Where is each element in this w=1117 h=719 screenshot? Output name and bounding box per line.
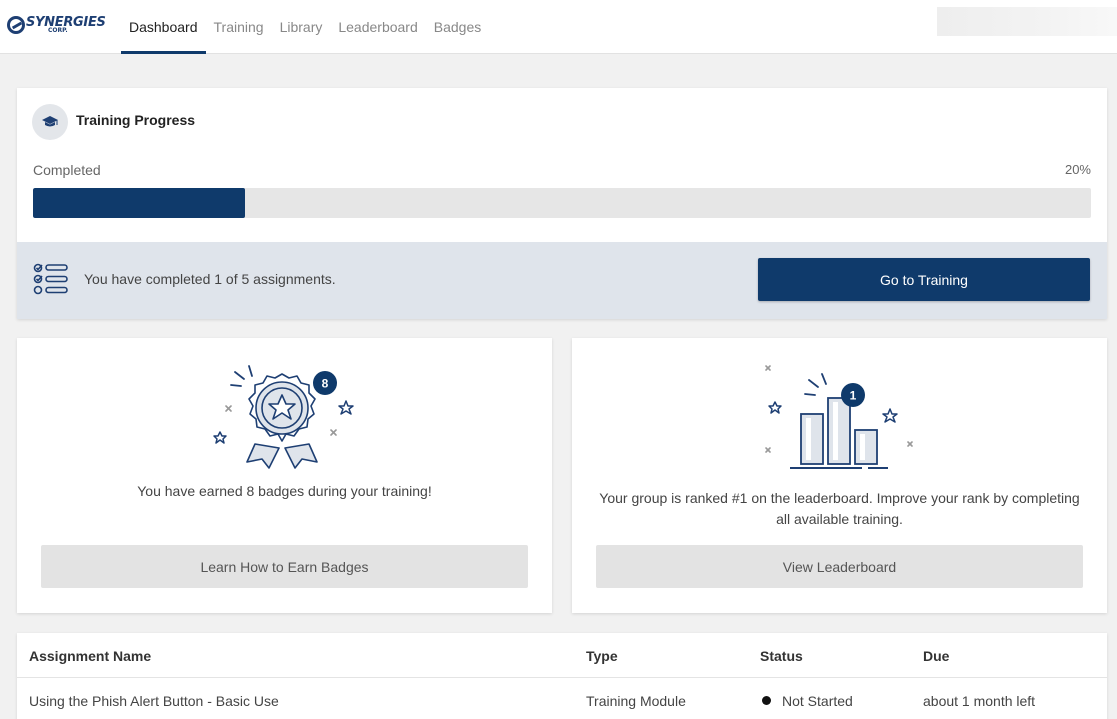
progress-footer: You have completed 1 of 5 assignments. G… xyxy=(17,242,1107,319)
badges-card: 8 You have earned 8 badges during your t… xyxy=(17,338,552,613)
rank-number: 1 xyxy=(850,389,857,403)
nav-library[interactable]: Library xyxy=(272,0,331,54)
leaderboard-card: 1 Your group is ranked #1 on the leaderb… xyxy=(572,338,1107,613)
progress-bar xyxy=(33,188,1091,218)
logo-mark-icon xyxy=(7,16,25,34)
leaderboard-chart-icon: 1 xyxy=(765,365,913,469)
company-logo[interactable]: SYNERGIES CORP. xyxy=(7,13,106,37)
header-due[interactable]: Due xyxy=(923,633,949,678)
badges-text: You have earned 8 badges during your tra… xyxy=(137,483,432,499)
header-type[interactable]: Type xyxy=(586,633,618,678)
logo-sub: CORP. xyxy=(48,27,68,34)
graduation-cap-icon xyxy=(32,104,68,140)
checklist-icon xyxy=(33,263,68,295)
user-menu[interactable] xyxy=(937,7,1117,36)
training-progress-card: Training Progress Completed 20% You have… xyxy=(17,88,1107,319)
row-status-label: Not Started xyxy=(782,692,853,709)
nav-dashboard[interactable]: Dashboard xyxy=(121,0,206,54)
view-leaderboard-button[interactable]: View Leaderboard xyxy=(596,545,1083,588)
assignments-table: Assignment Name Type Status Due Using th… xyxy=(17,633,1107,719)
nav-badges[interactable]: Badges xyxy=(426,0,489,54)
main-nav: Dashboard Training Library Leaderboard B… xyxy=(121,0,489,54)
table-header: Assignment Name Type Status Due xyxy=(17,633,1107,678)
nav-training[interactable]: Training xyxy=(206,0,272,54)
header-status[interactable]: Status xyxy=(760,633,803,678)
completed-label: Completed xyxy=(33,162,101,178)
status-dot-icon xyxy=(762,696,771,705)
completed-percent: 20% xyxy=(1064,162,1091,177)
row-status: Not Started xyxy=(760,678,853,719)
badge-award-icon: 8 xyxy=(213,365,354,469)
row-due: about 1 month left xyxy=(923,692,1036,709)
go-to-training-button[interactable]: Go to Training xyxy=(758,258,1090,301)
assignments-summary: You have completed 1 of 5 assignments. xyxy=(84,271,336,287)
nav-leaderboard[interactable]: Leaderboard xyxy=(330,0,425,54)
leaderboard-text: Your group is ranked #1 on the leaderboa… xyxy=(599,490,1080,527)
learn-earn-badges-button[interactable]: Learn How to Earn Badges xyxy=(41,545,528,588)
top-navbar: SYNERGIES CORP. Dashboard Training Libra… xyxy=(0,0,1117,54)
row-type: Training Module xyxy=(586,692,686,709)
progress-title: Training Progress xyxy=(76,112,196,128)
table-row[interactable]: Using the Phish Alert Button - Basic Use… xyxy=(17,678,1107,719)
row-assignment-name[interactable]: Using the Phish Alert Button - Basic Use xyxy=(29,678,279,719)
progress-bar-fill xyxy=(33,188,245,218)
badge-count: 8 xyxy=(322,377,329,391)
header-assignment-name[interactable]: Assignment Name xyxy=(29,633,151,678)
